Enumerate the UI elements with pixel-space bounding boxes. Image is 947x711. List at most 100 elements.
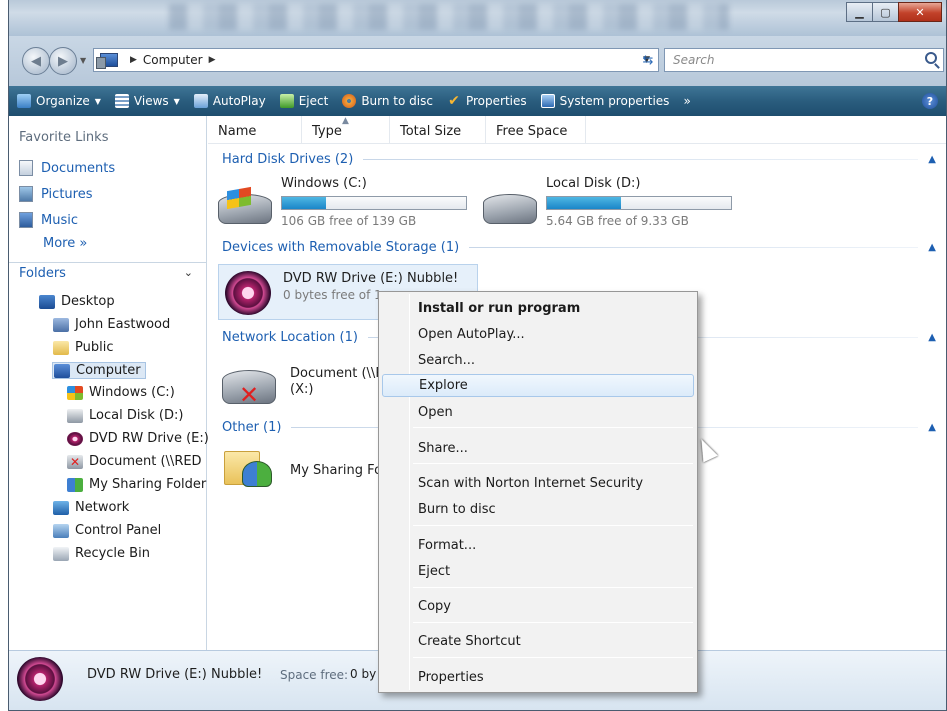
context-menu: Install or run program Open AutoPlay... … xyxy=(378,291,698,693)
sharing-folder-item[interactable] xyxy=(220,443,274,489)
drive-usage-bar xyxy=(546,196,732,210)
drive-windows-c[interactable]: Windows (C:) 106 GB free of 139 GB xyxy=(218,176,480,234)
chevron-down-icon: ▼ xyxy=(173,96,180,106)
forward-button[interactable]: ▶ xyxy=(49,47,77,75)
chevron-down-icon: ▼ xyxy=(94,96,101,106)
tree-item-label: DVD RW Drive (E:) xyxy=(89,431,209,446)
collapse-icon[interactable]: ▲ xyxy=(928,154,936,165)
minimize-button[interactable]: ▁ xyxy=(846,2,873,22)
favorite-pictures[interactable]: Pictures xyxy=(19,186,92,202)
folder-icon xyxy=(53,340,69,355)
organize-button[interactable]: Organize ▼ xyxy=(17,94,101,108)
collapse-icon[interactable]: ▲ xyxy=(928,242,936,253)
menu-separator xyxy=(413,525,693,526)
close-button[interactable]: ✕ xyxy=(898,2,942,22)
burn-to-disc-button[interactable]: Burn to disc xyxy=(342,94,433,108)
chevron-right-double-icon: » xyxy=(683,94,691,108)
collapse-icon[interactable]: ▲ xyxy=(928,422,936,433)
tree-item-recycle-bin[interactable]: Recycle Bin xyxy=(53,546,150,561)
windows-logo-icon xyxy=(227,186,251,210)
address-bar[interactable]: ▶ Computer ▶ ▼ xyxy=(93,48,659,72)
pictures-icon xyxy=(19,186,33,202)
menu-item-install-run[interactable]: Install or run program xyxy=(382,297,694,320)
tree-item-computer[interactable]: Computer xyxy=(52,362,146,379)
menu-item-search[interactable]: Search... xyxy=(382,349,694,372)
more-favorites-link[interactable]: More » xyxy=(43,236,87,251)
tree-item-control-panel[interactable]: Control Panel xyxy=(53,523,161,538)
documents-icon xyxy=(19,160,33,176)
menu-item-create-shortcut[interactable]: Create Shortcut xyxy=(382,630,694,653)
menu-separator xyxy=(413,587,693,588)
eject-button[interactable]: Eject xyxy=(279,94,328,108)
tree-item-dvd-drive[interactable]: DVD RW Drive (E:) xyxy=(67,431,209,446)
computer-icon xyxy=(54,363,70,378)
menu-item-norton-scan[interactable]: Scan with Norton Internet Security xyxy=(382,472,694,495)
group-header-removable[interactable]: Devices with Removable Storage (1) ▲ xyxy=(222,240,936,255)
group-title: Hard Disk Drives (2) xyxy=(222,152,354,167)
recent-pages-dropdown[interactable]: ▼ xyxy=(80,56,86,65)
folders-header[interactable]: Folders ⌄ xyxy=(9,262,207,284)
desktop-icon xyxy=(39,294,55,309)
column-free-space[interactable]: Free Space xyxy=(486,116,586,144)
tree-item-label: Recycle Bin xyxy=(75,546,150,561)
menu-separator xyxy=(413,427,693,428)
maximize-button[interactable]: ▢ xyxy=(872,2,899,22)
menu-separator xyxy=(413,622,693,623)
views-button[interactable]: Views ▼ xyxy=(114,94,180,108)
favorite-documents[interactable]: Documents xyxy=(19,160,115,176)
tree-item-windows-c[interactable]: Windows (C:) xyxy=(67,385,175,400)
tree-item-label: Network xyxy=(75,500,130,515)
network-drive-label[interactable]: Document (\\R (X:) xyxy=(290,366,384,398)
user-folder-icon xyxy=(53,317,69,332)
menu-item-eject[interactable]: Eject xyxy=(382,560,694,583)
tree-item-local-disk-d[interactable]: Local Disk (D:) xyxy=(67,408,183,423)
menu-item-share[interactable]: Share... xyxy=(382,437,694,460)
column-type[interactable]: ▲ Type xyxy=(302,116,390,144)
menu-item-open[interactable]: Open xyxy=(382,401,694,424)
search-icon[interactable] xyxy=(925,52,937,64)
network-drive-x[interactable]: ✕ xyxy=(222,370,276,407)
menu-item-copy[interactable]: Copy xyxy=(382,595,694,618)
tree-item-network-drive[interactable]: ✕ Document (\\RED xyxy=(67,454,202,469)
drive-usage-fill xyxy=(282,197,327,209)
drive-free-space: 0 bytes free of 1 xyxy=(283,288,382,302)
network-drive-name: Document (\\R xyxy=(290,366,385,381)
autoplay-button[interactable]: AutoPlay xyxy=(193,94,266,108)
refresh-icon: ⇆ xyxy=(642,52,654,68)
column-name[interactable]: Name xyxy=(208,116,302,144)
group-title: Other (1) xyxy=(222,420,282,435)
favorite-music[interactable]: Music xyxy=(19,212,78,228)
back-button[interactable]: ◀ xyxy=(22,47,50,75)
breadcrumb-computer[interactable]: Computer xyxy=(143,53,203,67)
properties-button[interactable]: ✔ Properties xyxy=(447,94,527,108)
menu-item-open-autoplay[interactable]: Open AutoPlay... xyxy=(382,323,694,346)
maximize-icon: ▢ xyxy=(880,5,891,19)
menu-item-properties[interactable]: Properties xyxy=(382,666,694,689)
breadcrumb-separator-icon[interactable]: ▶ xyxy=(209,55,216,65)
drive-local-disk-d[interactable]: Local Disk (D:) 5.64 GB free of 9.33 GB xyxy=(483,176,745,234)
navigation-pane: Favorite Links Documents Pictures Music … xyxy=(9,116,209,650)
views-label: Views xyxy=(133,94,169,108)
column-total-size[interactable]: Total Size xyxy=(390,116,486,144)
breadcrumb-separator-icon[interactable]: ▶ xyxy=(130,55,137,65)
drive-name: Local Disk (D:) xyxy=(546,176,641,191)
help-button[interactable]: ? xyxy=(922,93,938,109)
menu-item-explore[interactable]: Explore xyxy=(382,374,694,397)
system-properties-button[interactable]: System properties xyxy=(540,94,669,108)
tree-item-network[interactable]: Network xyxy=(53,500,129,515)
hard-disk-icon xyxy=(67,408,83,423)
tree-item-desktop[interactable]: Desktop xyxy=(39,294,115,309)
tree-item-sharing-folder[interactable]: My Sharing Folder xyxy=(67,477,206,492)
sharing-folder-label[interactable]: My Sharing Fol xyxy=(290,463,386,478)
tree-item-public[interactable]: Public xyxy=(53,340,113,355)
control-panel-icon xyxy=(53,523,69,538)
refresh-button[interactable]: ⇆ xyxy=(637,49,659,71)
search-input[interactable]: Search xyxy=(664,48,944,72)
title-bar[interactable]: ▁ ▢ ✕ xyxy=(9,0,946,36)
group-header-hdd[interactable]: Hard Disk Drives (2) ▲ xyxy=(222,152,936,167)
tree-item-user[interactable]: John Eastwood xyxy=(53,317,170,332)
collapse-icon[interactable]: ▲ xyxy=(928,332,936,343)
menu-item-format[interactable]: Format... xyxy=(382,534,694,557)
menu-item-burn-to-disc[interactable]: Burn to disc xyxy=(382,498,694,521)
more-commands-button[interactable]: » xyxy=(683,94,690,108)
